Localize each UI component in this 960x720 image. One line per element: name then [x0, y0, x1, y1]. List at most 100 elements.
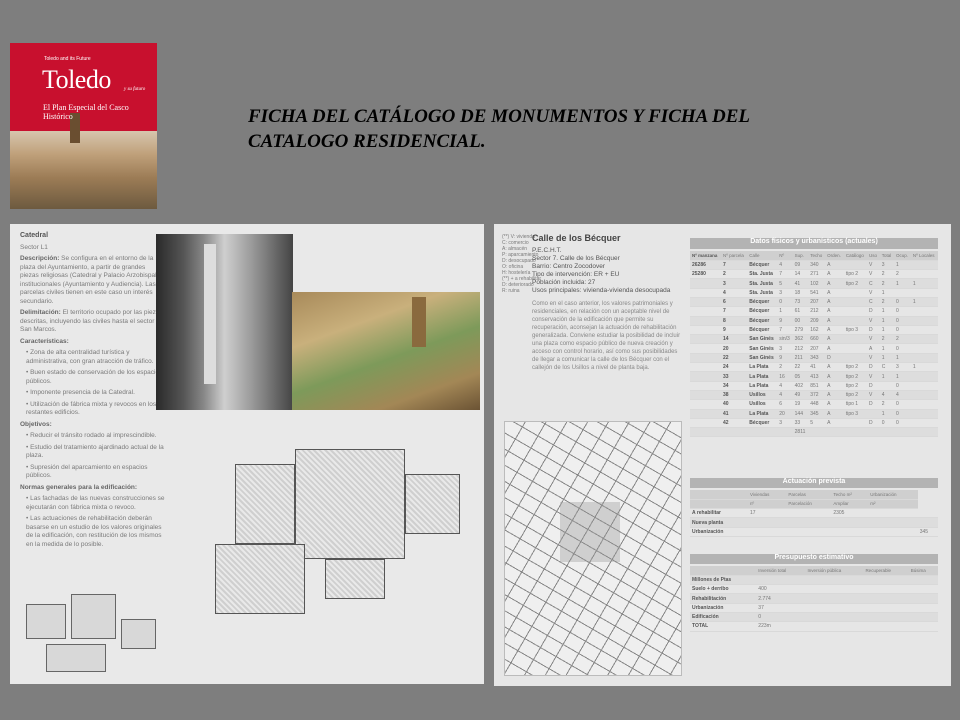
- table-cell: 33: [792, 418, 809, 429]
- table-cell: [690, 490, 748, 500]
- table-cell: [910, 316, 938, 326]
- table-cell: 211: [792, 353, 809, 364]
- actuacion-title: Actuación prevista: [690, 478, 938, 488]
- datos-row: 8 Bécquer 9 00 209 A V 1 0: [690, 316, 938, 326]
- table-cell: [690, 499, 748, 510]
- table-cell: [690, 288, 722, 299]
- table-cell: TOTAL: [690, 621, 757, 632]
- descripcion-label: Descripción:: [20, 255, 60, 262]
- table-cell: 362: [792, 334, 809, 345]
- table-cell: 345: [808, 409, 826, 419]
- table-cell: A: [825, 362, 844, 373]
- table-cell: [786, 527, 832, 538]
- table-cell: Nº parcela: [721, 251, 748, 261]
- table-cell: 41: [721, 409, 748, 419]
- table-cell: [863, 575, 909, 586]
- table-cell: 41: [808, 362, 826, 373]
- table-cell: 20: [777, 409, 793, 419]
- datos-row: 9 Bécquer 7 279 162 Atipo 3D10: [690, 325, 938, 336]
- table-cell: 9: [721, 325, 748, 336]
- caracteristica-item: • Buen estado de conservación de los esp…: [26, 369, 163, 385]
- datos-row: 6 Bécquer 0 73 207 A C 2 0 1: [690, 297, 938, 308]
- cover-title: Toledo: [42, 65, 111, 94]
- table-cell: 2: [893, 269, 911, 280]
- table-cell: San Ginés: [747, 343, 778, 354]
- table-cell: 7: [721, 306, 748, 317]
- datos-row: 41 La Plata 20 144 345 Atipo 3 10: [690, 409, 938, 419]
- table-cell: 0: [893, 306, 911, 317]
- table-cell: 402: [792, 381, 809, 391]
- table-cell: 37: [756, 603, 806, 614]
- table-cell: 73: [792, 297, 809, 308]
- table-cell: Bécquer: [747, 325, 778, 336]
- table-cell: 207: [808, 343, 826, 354]
- table-cell: 1: [879, 325, 894, 336]
- table-cell: 1: [910, 297, 938, 308]
- table-cell: [690, 343, 722, 354]
- table-cell: nº: [747, 499, 787, 510]
- table-cell: [843, 353, 868, 364]
- street-title: Calle de los Bécquer: [532, 233, 621, 243]
- table-cell: D: [825, 353, 844, 364]
- table-cell: Sta. Justa: [747, 269, 778, 280]
- monument-catalogue-page: Catedral Sector L1 Descripción: Se confi…: [10, 224, 484, 684]
- datos-row: 38 Usillos 4 49 372 Atipo 2V44: [690, 390, 938, 401]
- presupuesto-title: Presupuesto estimativo: [690, 554, 938, 564]
- cover-title-sub: y su futuro: [124, 87, 146, 92]
- table-cell: m²: [868, 499, 918, 510]
- table-cell: [843, 288, 868, 299]
- table-cell: [690, 399, 722, 410]
- datos-row: 25280 2 Sta. Justa 7 14 271 Atipo 2V22: [690, 269, 938, 280]
- table-cell: Bécquer: [747, 260, 778, 271]
- table-cell: Ampliar: [831, 499, 869, 510]
- table-cell: [805, 603, 864, 614]
- table-cell: [690, 409, 722, 419]
- table-cell: 0: [893, 325, 911, 336]
- table-cell: [831, 517, 869, 528]
- actuacion-row: A rehabilitar 17 2305: [690, 508, 938, 519]
- table-cell: [843, 418, 868, 429]
- presupuesto-row: Rehabilitación 2.774: [690, 593, 938, 604]
- table-cell: 09: [792, 260, 809, 271]
- table-cell: tipo 3: [843, 325, 868, 336]
- table-cell: C: [879, 362, 894, 373]
- table-cell: V: [867, 371, 880, 382]
- table-cell: [690, 297, 722, 308]
- table-cell: A: [825, 260, 844, 271]
- table-cell: 4: [879, 390, 894, 401]
- table-cell: 343: [808, 353, 826, 364]
- table-cell: A: [825, 316, 844, 326]
- table-cell: 14: [721, 334, 748, 345]
- table-cell: 1: [893, 371, 911, 382]
- objetivos-label: Objetivos:: [20, 420, 52, 428]
- table-cell: V: [867, 288, 880, 299]
- table-cell: [843, 427, 868, 438]
- table-cell: [825, 427, 844, 438]
- table-cell: Parcelas: [786, 490, 832, 500]
- monument-sector: Sector L1: [20, 243, 48, 251]
- table-cell: 0: [756, 612, 806, 623]
- table-cell: [690, 316, 722, 326]
- table-cell: 8: [721, 316, 748, 326]
- cover-subtitle: El Plan Especial del Casco Histórico: [43, 103, 129, 121]
- table-cell: Urbanización: [690, 527, 748, 538]
- table-cell: 400: [756, 584, 806, 595]
- table-cell: V: [867, 260, 880, 271]
- table-cell: 2: [879, 399, 894, 410]
- table-cell: 24: [721, 362, 748, 373]
- table-cell: La Plata: [747, 371, 778, 382]
- table-cell: 2: [777, 362, 793, 373]
- cover-series: Toledo and its Future: [44, 56, 91, 62]
- table-cell: [917, 508, 938, 519]
- table-cell: 14: [792, 269, 809, 280]
- table-cell: 5: [777, 278, 793, 289]
- table-cell: [910, 409, 938, 419]
- table-cell: 1: [893, 278, 911, 289]
- table-cell: [917, 517, 938, 528]
- table-cell: [690, 427, 722, 438]
- datos-row: 40 Usillos 6 19 448 Atipo 1D20: [690, 399, 938, 410]
- table-cell: [910, 381, 938, 391]
- table-cell: 2: [721, 269, 748, 280]
- datos-row: 3 Sta. Justa 5 41 102 Atipo 2C211: [690, 278, 938, 289]
- table-cell: sin/3: [777, 334, 793, 345]
